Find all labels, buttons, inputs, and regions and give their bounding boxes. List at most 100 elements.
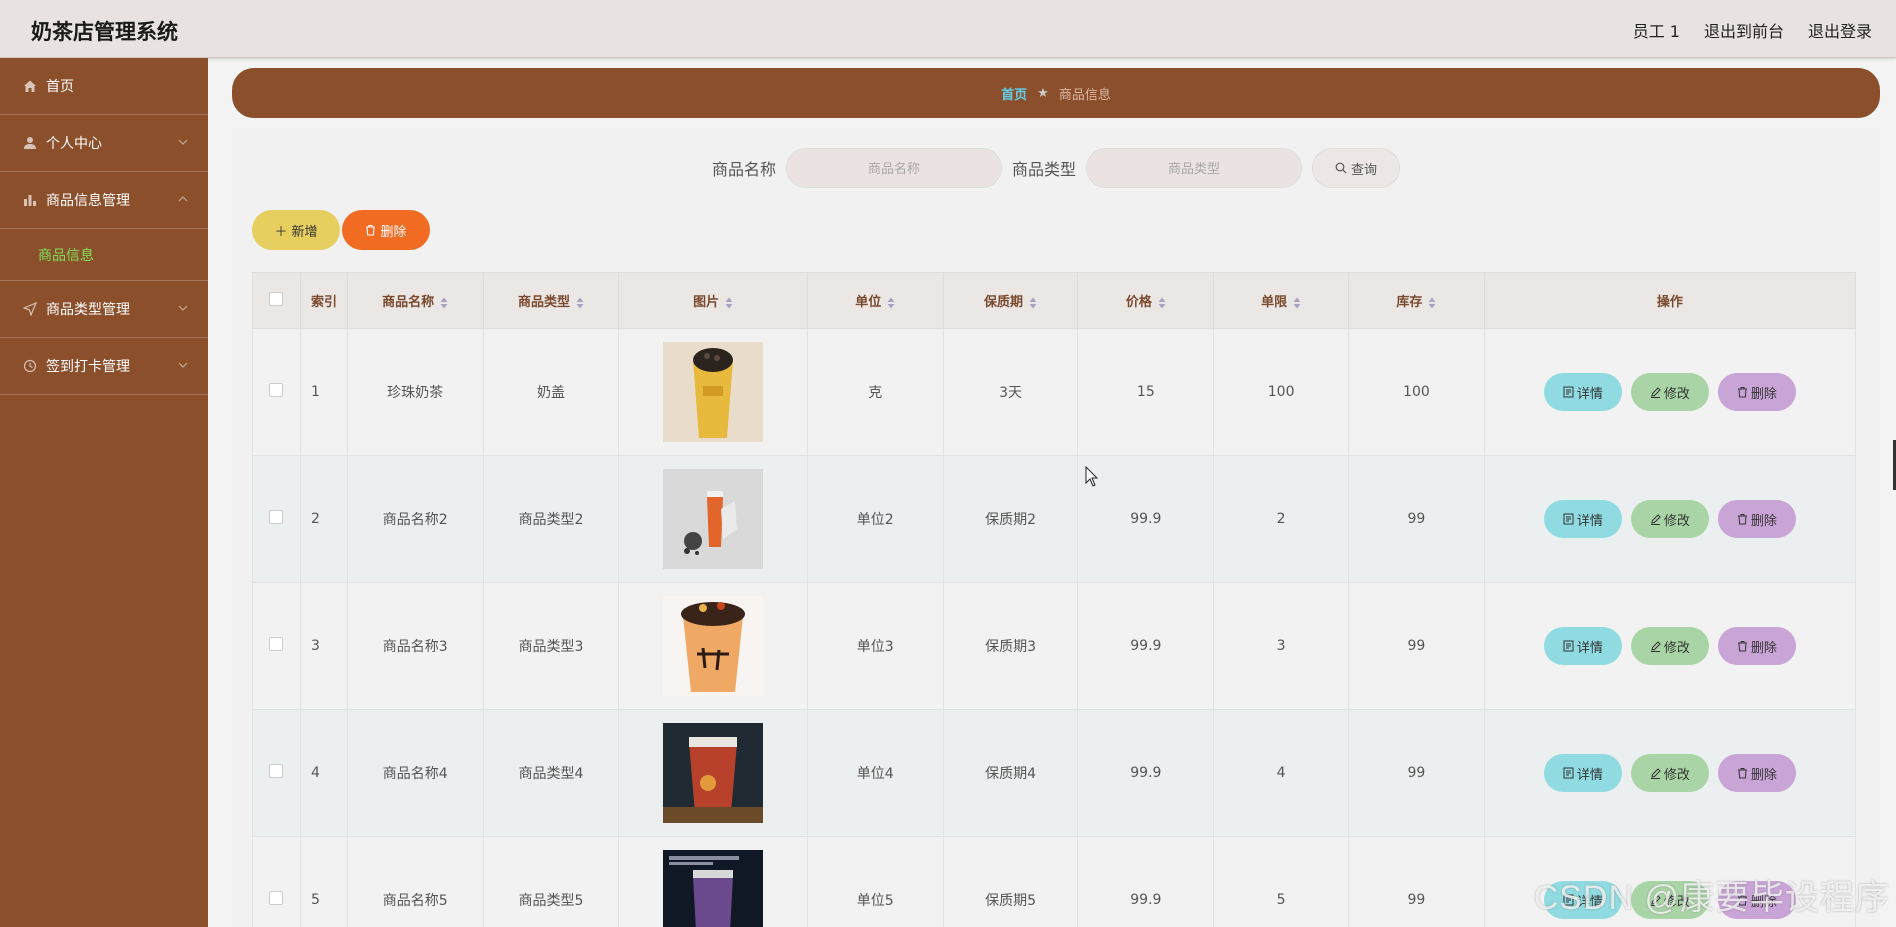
col-header-image[interactable]: 图片 (618, 272, 808, 329)
row-select-cell (252, 836, 301, 927)
row-checkbox[interactable] (269, 383, 284, 397)
edit-button[interactable]: 修改 (1630, 500, 1709, 538)
delete-label: 删除 (1750, 513, 1777, 529)
row-select-cell (252, 328, 301, 456)
chevron-down-icon (178, 305, 188, 311)
cell-index: 4 (299, 709, 348, 837)
product-image[interactable] (663, 723, 764, 823)
col-header-label: 库存 (1396, 295, 1423, 310)
delete-label: 删除 (1750, 386, 1777, 402)
delete-button[interactable]: 删除 (1717, 627, 1796, 665)
sidebar-item-label: 个人中心 (46, 136, 102, 152)
cell-actions: 详情 修改 删除 (1483, 582, 1857, 710)
sidebar-item-type-management[interactable]: 商品类型管理 (0, 281, 208, 338)
cell-unit: 克 (806, 328, 944, 456)
row-checkbox[interactable] (269, 891, 284, 905)
add-button[interactable]: ＋ 新增 (252, 210, 340, 250)
sort-icon (887, 297, 895, 308)
cell-image (618, 582, 808, 710)
col-header-label: 单位 (855, 295, 882, 310)
detail-button[interactable]: 详情 (1543, 373, 1622, 411)
col-header-shelf-life[interactable]: 保质期 (942, 272, 1079, 329)
table-header-row: 索引 商品名称 商品类型 图片 单位 保质期 价格 单限 库存 操作 (252, 272, 1857, 329)
edit-icon (1650, 514, 1661, 525)
col-header-name[interactable]: 商品名称 (346, 272, 484, 329)
sidebar-item-label: 商品类型管理 (46, 302, 130, 318)
cell-stock: 100 (1347, 328, 1485, 456)
cell-actions: 详情 修改 删除 (1483, 328, 1857, 456)
search-name-label: 商品名称 (711, 160, 776, 179)
current-user-link[interactable]: 员工 1 (1633, 18, 1680, 42)
row-checkbox[interactable] (269, 637, 284, 651)
sidebar-item-checkin-management[interactable]: 签到打卡管理 (0, 338, 208, 395)
sidebar: 首页 个人中心 商品信息管理 商品信息 商品类型管理 签到打卡管理 (0, 58, 208, 927)
sort-icon (576, 297, 584, 308)
top-header: 奶茶店管理系统 员工 1 退出到前台 退出登录 (0, 0, 1896, 58)
cell-unit: 单位2 (806, 455, 944, 583)
detail-button[interactable]: 详情 (1543, 754, 1622, 792)
sidebar-item-personal-center[interactable]: 个人中心 (0, 115, 208, 172)
cell-image (618, 836, 808, 927)
search-type-input[interactable] (1086, 148, 1303, 188)
cell-actions: 详情 修改 删除 (1483, 455, 1857, 583)
cell-index: 1 (299, 328, 348, 456)
sidebar-item-product-management[interactable]: 商品信息管理 (0, 172, 208, 229)
detail-button[interactable]: 详情 (1543, 627, 1622, 665)
edit-button[interactable]: 修改 (1630, 754, 1709, 792)
cell-price: 99.9 (1077, 582, 1215, 710)
sidebar-item-home[interactable]: 首页 (0, 58, 208, 115)
delete-button[interactable]: 删除 (1717, 500, 1796, 538)
cell-shelf-life: 保质期2 (942, 455, 1079, 583)
select-all-checkbox[interactable] (269, 291, 284, 306)
breadcrumb-home[interactable]: 首页 (1001, 84, 1027, 103)
trash-icon (1737, 641, 1747, 652)
batch-delete-button[interactable]: 删除 (342, 210, 430, 250)
cell-shelf-life: 保质期5 (942, 836, 1079, 927)
document-icon (1563, 767, 1574, 779)
product-image[interactable] (663, 596, 764, 696)
search-name-input[interactable] (786, 148, 1002, 188)
document-icon (1563, 640, 1574, 652)
col-header-stock[interactable]: 库存 (1347, 272, 1485, 329)
cell-type: 奶盖 (482, 328, 620, 456)
product-image[interactable] (663, 342, 764, 442)
row-checkbox[interactable] (269, 510, 284, 524)
cell-stock: 99 (1347, 582, 1485, 710)
detail-label: 详情 (1576, 386, 1603, 402)
edit-icon (1650, 387, 1661, 398)
edit-label: 修改 (1663, 767, 1690, 783)
product-image[interactable] (663, 469, 764, 569)
detail-label: 详情 (1576, 640, 1603, 656)
chevron-up-icon (178, 196, 188, 202)
delete-button[interactable]: 删除 (1717, 373, 1796, 411)
table-row: 2 商品名称2 商品类型2 单位2 保质期2 99.9 2 99 详情 修改 删… (252, 455, 1857, 583)
table-row: 1 珍珠奶茶 奶盖 克 3天 15 100 100 详情 修改 删除 (252, 328, 1857, 456)
delete-button[interactable]: 删除 (1717, 754, 1796, 792)
detail-label: 详情 (1576, 767, 1603, 783)
query-button[interactable]: 查询 (1312, 148, 1401, 188)
edit-button[interactable]: 修改 (1630, 627, 1709, 665)
cell-shelf-life: 保质期3 (942, 582, 1079, 710)
sidebar-subitem-product-info[interactable]: 商品信息 (0, 229, 208, 281)
col-header-type[interactable]: 商品类型 (482, 272, 620, 329)
row-checkbox[interactable] (269, 764, 284, 778)
logout-link[interactable]: 退出登录 (1808, 18, 1872, 42)
cell-name: 商品名称4 (346, 709, 484, 837)
edit-button[interactable]: 修改 (1630, 373, 1709, 411)
col-header-limit[interactable]: 单限 (1213, 272, 1349, 329)
delete-label: 删除 (1750, 640, 1777, 656)
sidebar-item-label: 商品信息管理 (46, 193, 130, 209)
col-header-label: 商品名称 (382, 295, 435, 310)
sort-icon (1158, 297, 1166, 308)
col-header-price[interactable]: 价格 (1077, 272, 1215, 329)
product-image[interactable] (663, 850, 764, 927)
home-icon (22, 78, 38, 94)
col-header-unit[interactable]: 单位 (806, 272, 944, 329)
detail-button[interactable]: 详情 (1543, 500, 1622, 538)
exit-to-front-link[interactable]: 退出到前台 (1704, 18, 1784, 42)
document-icon (1563, 386, 1574, 398)
col-header-label: 图片 (693, 295, 720, 310)
clock-icon (22, 358, 38, 374)
cell-limit: 3 (1213, 582, 1349, 710)
sort-icon (725, 297, 733, 308)
